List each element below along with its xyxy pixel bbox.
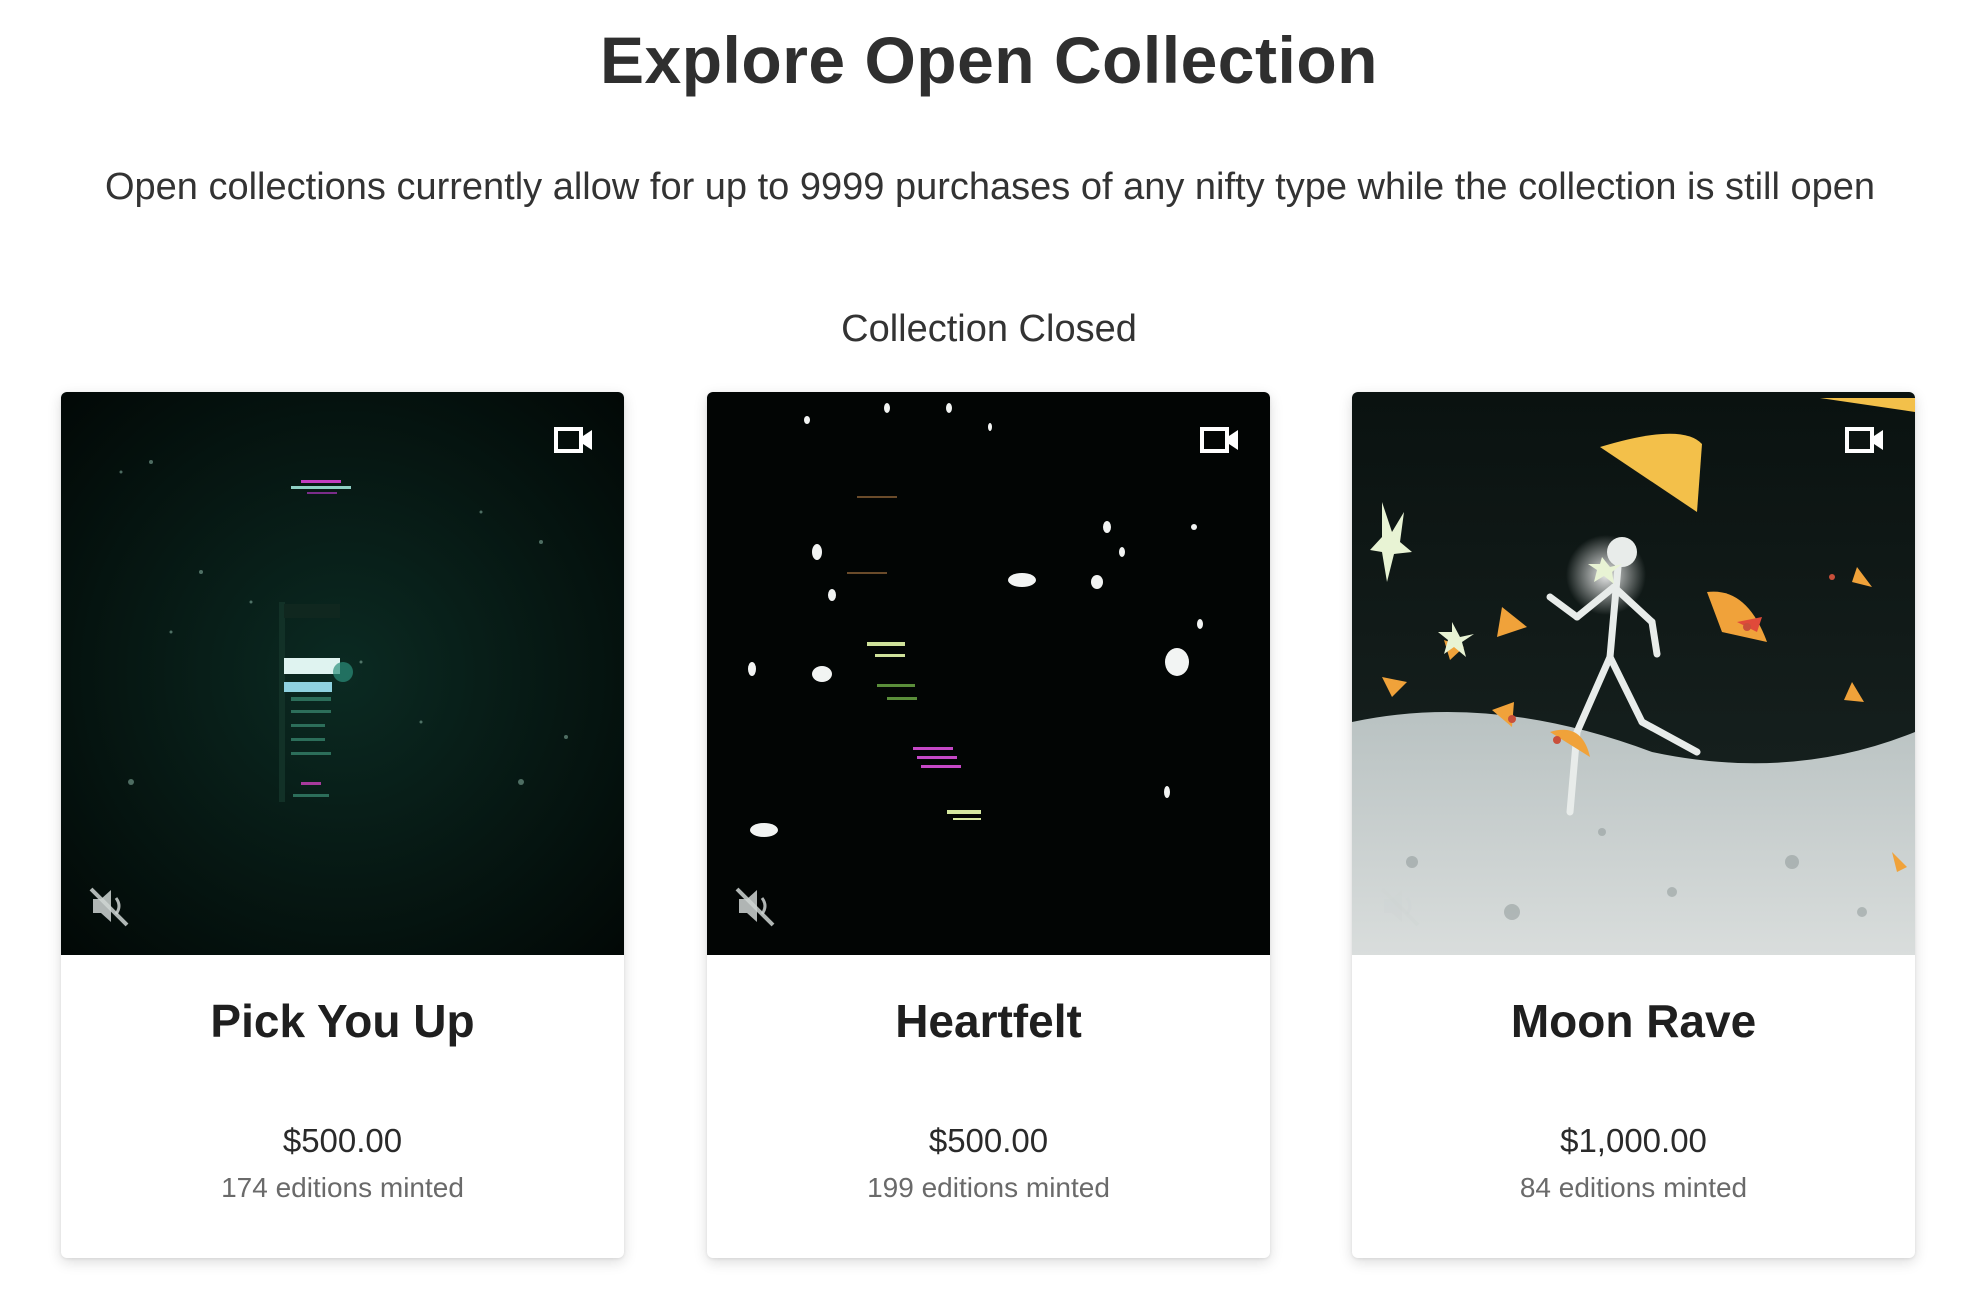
video-camera-icon (1200, 427, 1238, 453)
card-editions-minted: 199 editions minted (867, 1172, 1110, 1203)
explore-open-collection-page: Explore Open Collection Open collections… (0, 0, 1978, 1298)
nifty-card-moon-rave[interactable]: Moon Rave $1,000.00 84 editions minted (1352, 392, 1915, 1258)
card-title[interactable]: Moon Rave (1352, 994, 1915, 1048)
video-frame-pick-you-up (61, 392, 624, 955)
collection-description: Open collections currently allow for up … (104, 166, 1876, 208)
card-price: $1,000.00 (1560, 1122, 1707, 1159)
video-camera-icon (554, 427, 592, 453)
card-editions-minted: 84 editions minted (1519, 1172, 1748, 1203)
collection-status: Collection Closed (841, 308, 1137, 350)
video-frame-heartfelt (707, 392, 1270, 955)
card-video-preview[interactable] (707, 392, 1270, 955)
video-frame-moon-rave (1352, 392, 1915, 955)
nifty-card-pick-you-up[interactable]: Pick You Up $500.00 174 editions minted (61, 392, 624, 1258)
video-camera-icon (1845, 427, 1883, 453)
muted-speaker-icon[interactable] (87, 883, 133, 929)
page-title: Explore Open Collection (600, 23, 1378, 97)
nifty-card-heartfelt[interactable]: Heartfelt $500.00 199 editions minted (707, 392, 1270, 1258)
muted-speaker-icon[interactable] (1378, 883, 1424, 929)
card-video-preview[interactable] (1352, 392, 1915, 955)
card-price: $500.00 (928, 1122, 1049, 1159)
card-title[interactable]: Heartfelt (707, 994, 1270, 1048)
card-editions-minted: 174 editions minted (221, 1172, 464, 1203)
muted-speaker-icon[interactable] (733, 883, 779, 929)
card-title[interactable]: Pick You Up (61, 994, 624, 1048)
card-price: $500.00 (282, 1122, 403, 1159)
card-video-preview[interactable] (61, 392, 624, 955)
